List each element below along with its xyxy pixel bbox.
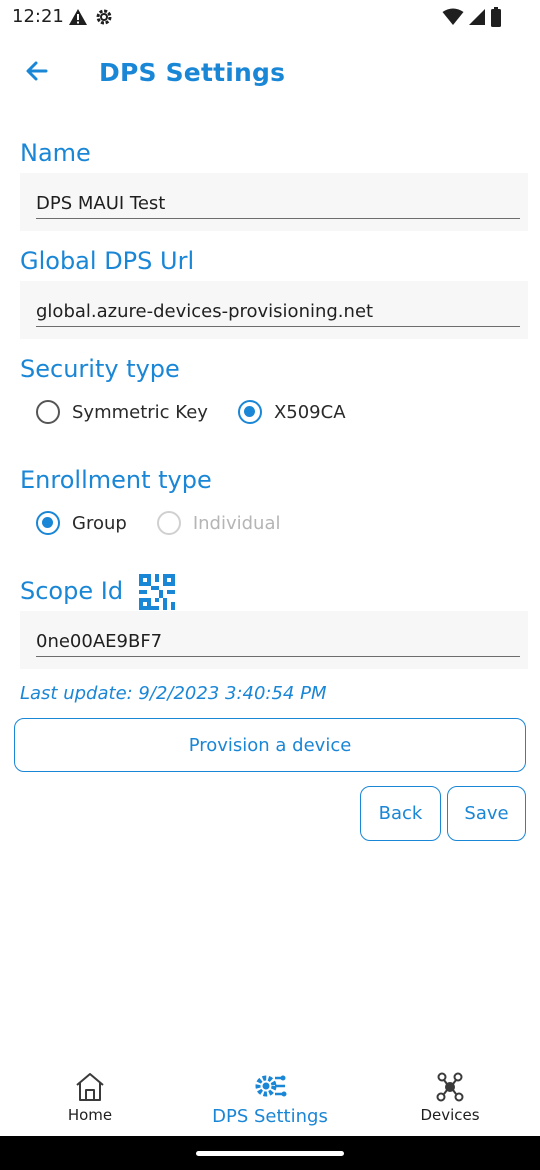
radio-unchecked-icon — [36, 400, 60, 424]
home-icon — [76, 1073, 104, 1101]
tab-home[interactable]: Home — [0, 1058, 180, 1136]
enrollment-type-group: Group Individual — [36, 511, 280, 535]
radio-checked-icon — [237, 400, 262, 424]
home-gesture-handle[interactable] — [196, 1151, 344, 1156]
status-time: 12:21 — [12, 6, 64, 27]
bottom-tab-bar: Home DPS Settings Devices — [0, 1058, 540, 1136]
back-arrow-icon[interactable] — [20, 54, 54, 88]
name-label: Name — [20, 139, 91, 167]
radio-checked-icon — [36, 511, 60, 535]
warning-icon — [69, 9, 87, 25]
radio-disabled-icon — [156, 511, 181, 535]
radio-individual: Individual — [156, 511, 281, 535]
radio-label: X509CA — [273, 401, 346, 423]
global-url-input[interactable] — [36, 296, 520, 327]
scope-id-field-container — [20, 611, 528, 669]
settings-network-icon — [255, 1075, 287, 1097]
battery-icon — [491, 7, 501, 27]
system-nav-bar — [0, 1136, 540, 1170]
tab-label: DPS Settings — [212, 1106, 328, 1127]
signal-icon — [469, 9, 485, 25]
security-type-label: Security type — [20, 355, 180, 383]
wifi-icon — [442, 8, 464, 25]
save-button[interactable]: Save — [447, 786, 526, 841]
devices-hub-icon — [436, 1072, 464, 1102]
enrollment-type-label: Enrollment type — [20, 466, 212, 494]
radio-label: Individual — [192, 512, 281, 534]
last-update-text: Last update: 9/2/2023 3:40:54 PM — [20, 683, 327, 704]
radio-symmetric-key[interactable]: Symmetric Key — [36, 400, 208, 424]
tab-label: Home — [67, 1106, 113, 1124]
radio-label: Symmetric Key — [72, 401, 208, 423]
status-bar: 12:21 — [0, 0, 540, 34]
radio-group[interactable]: Group — [36, 511, 127, 535]
tab-devices[interactable]: Devices — [360, 1058, 540, 1136]
app-bar: DPS Settings — [0, 34, 540, 110]
scope-id-label: Scope Id — [20, 577, 124, 605]
security-type-group: Symmetric Key X509CA — [36, 400, 346, 424]
back-button[interactable]: Back — [360, 786, 441, 841]
scope-id-input[interactable] — [36, 626, 520, 657]
radio-x509ca[interactable]: X509CA — [237, 400, 346, 424]
global-url-field-container — [20, 281, 528, 339]
page-title: DPS Settings — [99, 58, 286, 87]
tab-label: Devices — [420, 1106, 480, 1124]
tab-dps-settings[interactable]: DPS Settings — [180, 1058, 360, 1136]
radio-label: Group — [72, 512, 127, 534]
global-url-label: Global DPS Url — [20, 247, 195, 275]
qr-code-icon[interactable] — [139, 574, 175, 610]
provision-device-button[interactable]: Provision a device — [14, 718, 526, 772]
gear-icon — [96, 9, 112, 25]
name-field-container — [20, 173, 528, 231]
name-input[interactable] — [36, 188, 520, 219]
